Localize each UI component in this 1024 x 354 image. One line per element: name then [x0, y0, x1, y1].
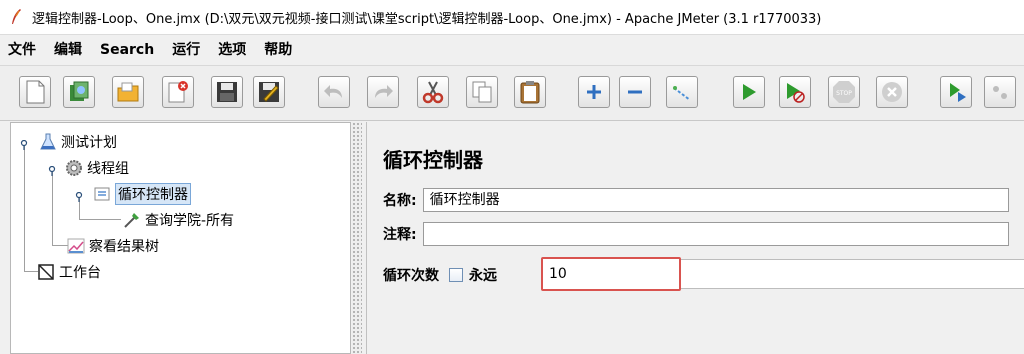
panel-title: 循环控制器 — [383, 148, 483, 172]
remote-start-icon — [944, 80, 968, 104]
toggle-icon — [670, 80, 694, 104]
name-label: 名称: — [383, 193, 417, 209]
shutdown-button[interactable] — [876, 76, 908, 108]
loop-controller-icon — [93, 185, 111, 203]
comment-field[interactable] — [422, 222, 1009, 246]
copy-icon — [470, 80, 494, 104]
svg-text:STOP: STOP — [836, 90, 852, 97]
loop-controller-panel: 循环控制器 名称: 循环控制器 注释: 循环次数 永远 10 — [366, 122, 1024, 354]
expand-toggle[interactable] — [74, 191, 84, 202]
start-button[interactable] — [733, 76, 765, 108]
start-icon — [739, 82, 759, 102]
tree-item-results-tree[interactable]: 察看结果树 — [67, 235, 159, 257]
menu-search[interactable]: Search — [91, 35, 163, 65]
new-button[interactable] — [19, 76, 51, 108]
open-icon — [116, 80, 140, 104]
toggle-button[interactable] — [666, 76, 698, 108]
workbench-icon — [37, 263, 55, 281]
menu-options[interactable]: 选项 — [209, 35, 255, 65]
jmeter-feather-icon — [10, 8, 22, 26]
tree-line — [79, 219, 121, 220]
loop-count-label: 循环次数 — [383, 268, 439, 284]
tree-line — [52, 245, 68, 246]
menu-run[interactable]: 运行 — [163, 35, 209, 65]
save-icon — [216, 81, 238, 103]
stop-button[interactable]: STOP — [828, 76, 860, 108]
paste-icon — [518, 80, 542, 104]
tree-item-workbench[interactable]: 工作台 — [37, 261, 101, 283]
forever-label: 永远 — [469, 268, 497, 284]
redo-button[interactable] — [367, 76, 399, 108]
menu-edit[interactable]: 编辑 — [45, 35, 91, 65]
paste-button[interactable] — [514, 76, 546, 108]
expand-toggle[interactable] — [47, 165, 57, 176]
test-plan-tree: 测试计划 线程组 循环控制器 查询学院-所有 察看结果树 工作台 — [10, 122, 351, 354]
shutdown-icon — [880, 80, 904, 104]
close-button[interactable] — [162, 76, 194, 108]
cut-icon — [421, 80, 445, 104]
menu-bar: 文件 编辑 Search 运行 选项 帮助 — [0, 35, 1024, 66]
tree-line — [52, 171, 53, 245]
open-button[interactable] — [112, 76, 144, 108]
name-field[interactable]: 循环控制器 — [422, 188, 1009, 212]
undo-button[interactable] — [318, 76, 350, 108]
loop-count-input[interactable]: 10 — [541, 257, 681, 291]
name-row: 名称: 循环控制器 — [383, 188, 1009, 212]
collapse-button[interactable] — [619, 76, 651, 108]
save-as-icon — [258, 81, 280, 103]
start-no-pause-icon — [784, 81, 806, 103]
menu-help[interactable]: 帮助 — [255, 35, 301, 65]
save-button[interactable] — [211, 76, 243, 108]
save-as-button[interactable] — [253, 76, 285, 108]
tree-item-test-plan[interactable]: 测试计划 — [39, 131, 117, 153]
results-tree-icon — [67, 237, 85, 255]
remote-start-button[interactable] — [940, 76, 972, 108]
tree-line — [24, 145, 25, 271]
copy-button[interactable] — [466, 76, 498, 108]
comment-row: 注释: — [383, 222, 1009, 246]
forever-checkbox[interactable] — [449, 268, 463, 282]
loop-count-input-extension — [681, 259, 1024, 289]
new-icon — [24, 80, 46, 104]
templates-button[interactable] — [63, 76, 95, 108]
loop-count-row: 循环次数 永远 — [383, 265, 497, 285]
templates-icon — [67, 80, 91, 104]
cut-button[interactable] — [417, 76, 449, 108]
undo-icon — [322, 80, 346, 104]
toolbar: STOP — [0, 66, 1024, 121]
test-plan-icon — [39, 133, 57, 151]
remote-stop-button[interactable] — [984, 76, 1016, 108]
tree-item-thread-group[interactable]: 线程组 — [65, 157, 129, 179]
remote-stop-icon — [988, 80, 1012, 104]
start-no-pause-button[interactable] — [779, 76, 811, 108]
close-icon — [166, 80, 190, 104]
stop-icon: STOP — [832, 80, 856, 104]
tree-line — [24, 271, 38, 272]
expand-button[interactable] — [578, 76, 610, 108]
panel-splitter[interactable] — [352, 122, 362, 354]
title-bar: 逻辑控制器-Loop、One.jmx (D:\双元\双元视频-接口测试\课堂sc… — [0, 0, 1024, 35]
redo-icon — [371, 80, 395, 104]
expand-icon — [584, 82, 604, 102]
thread-group-icon — [65, 159, 83, 177]
collapse-icon — [625, 82, 645, 102]
tree-item-http-sampler[interactable]: 查询学院-所有 — [123, 209, 234, 231]
expand-toggle[interactable] — [19, 139, 29, 150]
menu-file[interactable]: 文件 — [0, 35, 45, 65]
http-sampler-icon — [123, 211, 141, 229]
comment-label: 注释: — [383, 227, 417, 243]
tree-item-loop-controller[interactable]: 循环控制器 — [93, 183, 191, 205]
window-title: 逻辑控制器-Loop、One.jmx (D:\双元\双元视频-接口测试\课堂sc… — [32, 11, 822, 27]
